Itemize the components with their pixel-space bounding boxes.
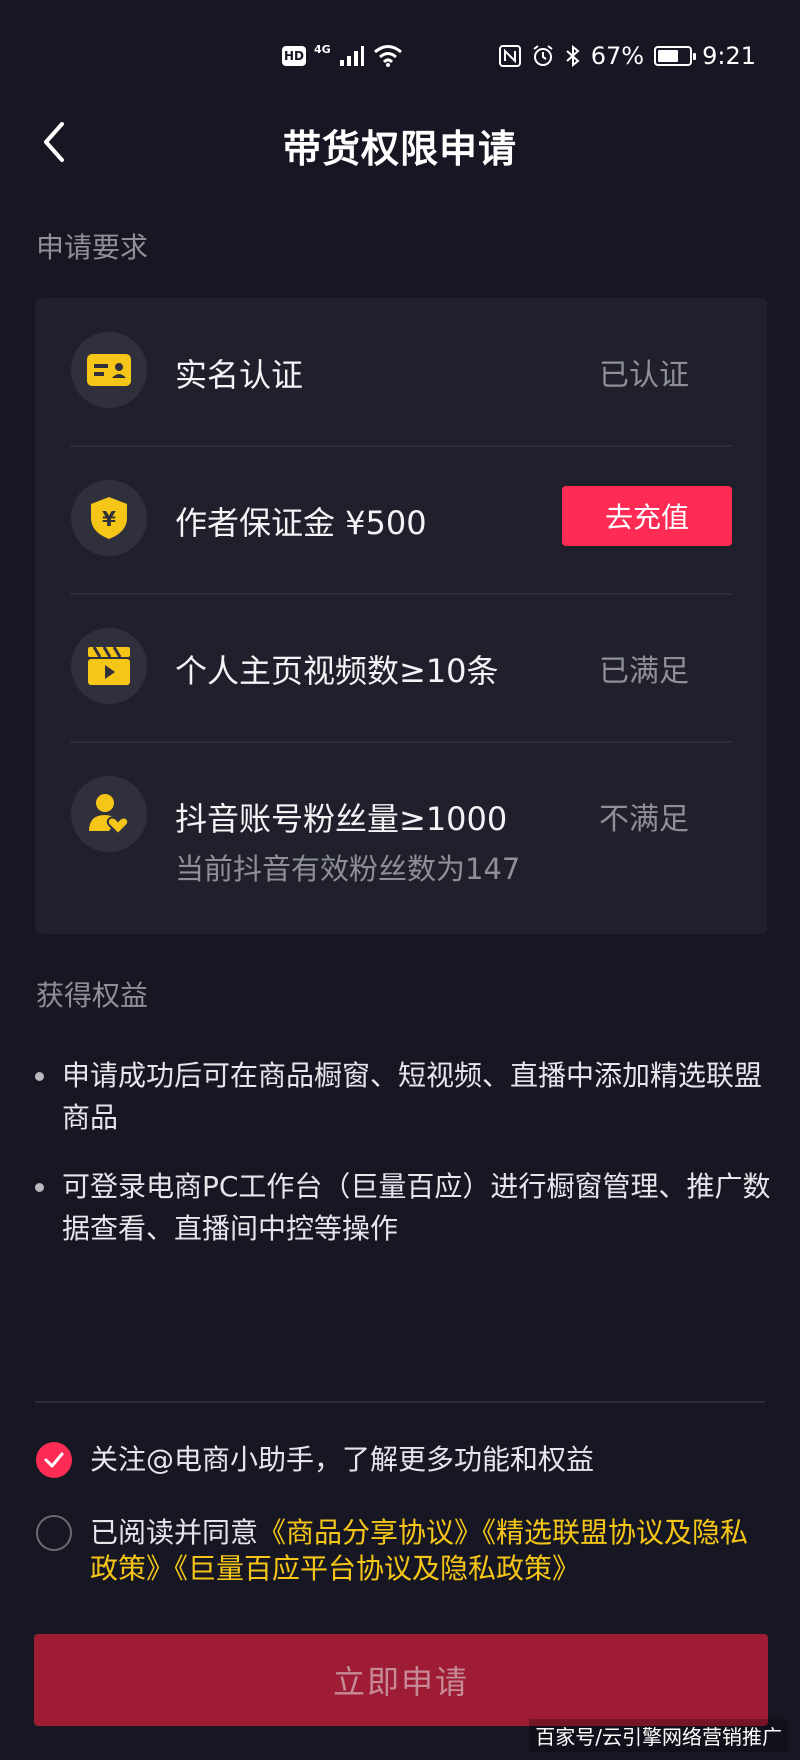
requirement-fans: 抖音账号粉丝量≥1000 不满足 当前抖音有效粉丝数为147 <box>35 742 767 934</box>
video-clapper-icon <box>71 628 147 704</box>
requirement-real-name: 实名认证 已认证 <box>35 298 767 446</box>
status-bar-left: HD 4G <box>282 44 403 68</box>
clock: 9:21 <box>702 42 756 70</box>
alarm-icon <box>533 45 553 66</box>
link-baiying-agreement[interactable]: 《巨量百应平台协议及隐私政策》 <box>174 1552 580 1585</box>
id-card-icon <box>71 332 147 408</box>
requirement-status: 已满足 <box>599 654 689 689</box>
benefit-text: 申请成功后可在商品橱窗、短视频、直播中添加精选联盟商品 <box>62 1059 763 1134</box>
watermark: 百家号/云引擎网络营销推广 <box>529 1719 788 1752</box>
benefits-list: 申请成功后可在商品橱窗、短视频、直播中添加精选联盟商品 可登录电商PC工作台（巨… <box>32 1055 772 1277</box>
bullet-dot <box>35 1072 44 1081</box>
requirement-title: 个人主页视频数≥10条 <box>175 652 499 690</box>
requirement-videos: 个人主页视频数≥10条 已满足 <box>35 594 767 742</box>
requirement-deposit: ¥ 作者保证金 ¥500 去充值 <box>35 446 767 594</box>
requirement-title: 抖音账号粉丝量≥1000 <box>175 800 508 838</box>
requirement-status: 不满足 <box>599 802 689 837</box>
divider <box>35 1401 765 1403</box>
fans-heart-icon <box>71 776 147 852</box>
follow-text: 关注@电商小助手，了解更多功能和权益 <box>90 1443 595 1476</box>
wifi-icon <box>373 45 402 67</box>
page-title: 带货权限申请 <box>282 127 517 171</box>
svg-text:¥: ¥ <box>102 507 116 531</box>
requirement-title: 实名认证 <box>175 356 304 394</box>
benefit-item: 申请成功后可在商品橱窗、短视频、直播中添加精选联盟商品 <box>32 1055 772 1139</box>
requirements-card: 实名认证 已认证 ¥ 作者保证金 ¥500 去充值 个人主页视频数≥10条 已满… <box>35 298 767 934</box>
link-product-share-agreement[interactable]: 《商品分享协议》 <box>258 1516 482 1549</box>
status-bar-right: 67% 9:21 <box>498 42 756 70</box>
nfc-icon <box>498 45 521 67</box>
agreement-checkbox[interactable] <box>36 1515 72 1551</box>
apply-now-button[interactable]: 立即申请 <box>34 1634 768 1726</box>
signal-icon <box>339 46 364 66</box>
recharge-button[interactable]: 去充值 <box>562 486 732 546</box>
battery-level-fill <box>658 50 679 62</box>
benefits-section-label: 获得权益 <box>36 979 149 1012</box>
requirement-fans-current: 当前抖音有效粉丝数为147 <box>175 852 521 886</box>
requirements-section-label: 申请要求 <box>36 231 149 264</box>
check-icon <box>44 1452 64 1468</box>
battery-percent: 67% <box>590 42 645 70</box>
requirement-status: 已认证 <box>599 358 689 393</box>
agreement-prefix: 已阅读并同意 <box>90 1516 259 1549</box>
requirement-title: 作者保证金 ¥500 <box>175 504 427 542</box>
follow-checkbox[interactable] <box>36 1442 72 1478</box>
network-type: 4G <box>314 43 331 56</box>
agreement-text: 已阅读并同意《商品分享协议》《精选联盟协议及隐私政策》《巨量百应平台协议及隐私政… <box>90 1515 770 1587</box>
benefit-item: 可登录电商PC工作台（巨量百应）进行橱窗管理、推广数据查看、直播间中控等操作 <box>32 1166 772 1250</box>
battery-icon <box>654 46 697 66</box>
nav-bar: 带货权限申请 <box>0 100 800 184</box>
bluetooth-icon <box>566 44 580 68</box>
yuan-shield-icon: ¥ <box>71 480 147 556</box>
bullet-dot <box>35 1183 44 1192</box>
hd-badge: HD <box>282 46 306 66</box>
benefit-text: 可登录电商PC工作台（巨量百应）进行橱窗管理、推广数据查看、直播间中控等操作 <box>62 1170 771 1245</box>
